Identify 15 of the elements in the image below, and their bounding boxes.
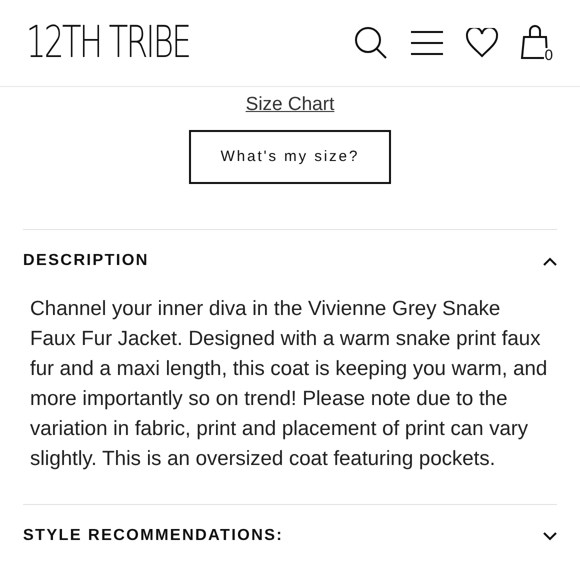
description-text: Channel your inner diva in the Vivienne Grey Snake Faux Fur Jacket. Designed with a warm snake print faux fur and a maxi length, this coat is keeping you warm, and more importantly so on trend! Please note due to the variation in fabric, print and placement of print can vary slightly. This is an oversized coat featuring pockets. xyxy=(29,296,548,472)
chevron-up-icon xyxy=(543,256,557,266)
accordion-header[interactable]: DESCRIPTION xyxy=(23,230,557,292)
logo[interactable]: 12TH TRIBE xyxy=(26,21,190,65)
size-chart-link[interactable]: Size Chart xyxy=(246,94,334,116)
menu-icon[interactable] xyxy=(410,30,444,56)
size-guide-button[interactable]: What's my size? xyxy=(189,130,391,184)
section-title: DESCRIPTION xyxy=(23,251,149,271)
cart-button[interactable]: 0 xyxy=(520,25,554,61)
chevron-down-icon xyxy=(543,532,557,540)
section-title: STYLE RECOMMENDATIONS: xyxy=(23,526,284,546)
accordion-header[interactable]: STYLE RECOMMENDATIONS: xyxy=(23,505,557,567)
cart-count: 0 xyxy=(544,48,554,63)
search-icon[interactable] xyxy=(354,26,388,60)
heart-icon[interactable] xyxy=(466,28,498,58)
